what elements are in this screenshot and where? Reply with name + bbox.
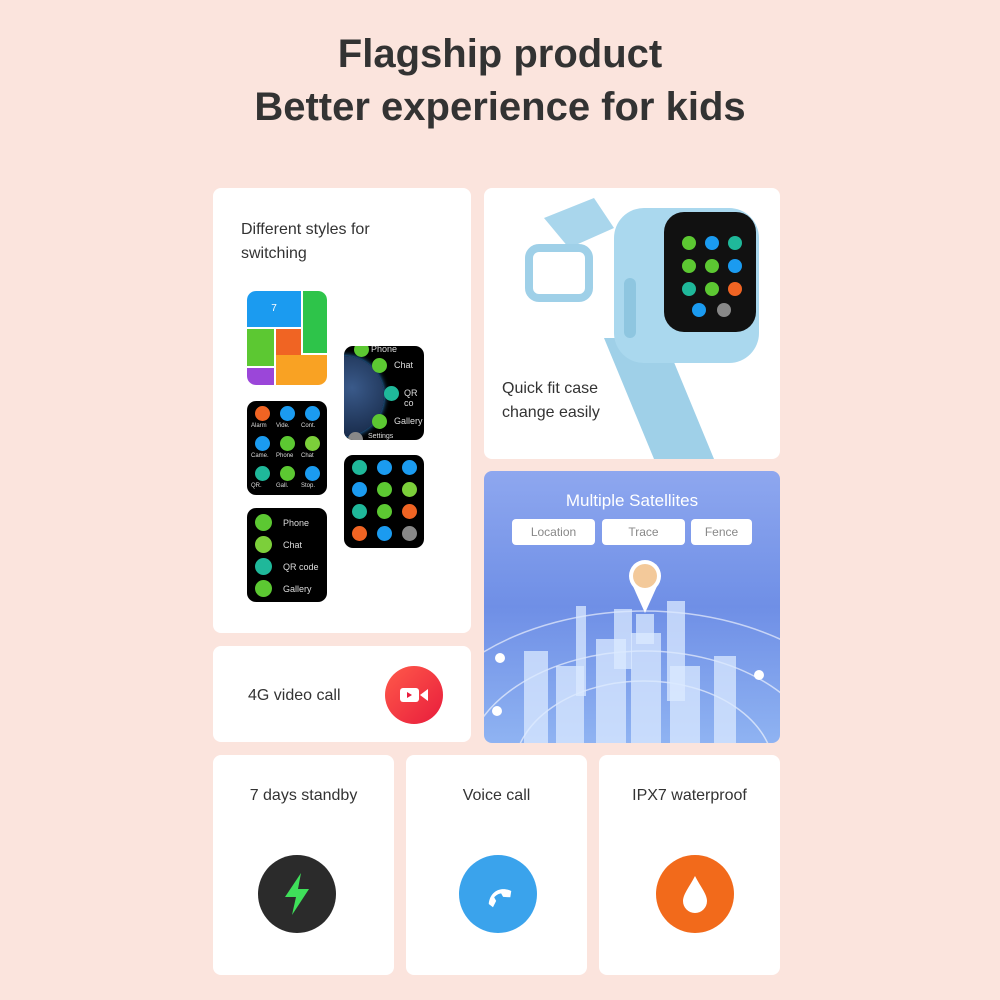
app-label: Chat [301,453,314,459]
orbit-item: Phone [371,346,398,354]
styles-label-1: Different styles for [241,221,370,238]
app-label: Alarm [251,423,267,429]
app-icon [402,504,417,519]
video-call-card: 4G video call [213,646,471,742]
app-icon [255,466,270,481]
feature-label: IPX7 waterproof [632,787,747,804]
app-icon [377,482,392,497]
watch-label-2: change easily [502,404,600,421]
call-tile [247,368,274,385]
app-label: Stop. [301,483,316,489]
phone-tile [303,291,327,353]
app-icon [352,482,367,497]
contacts-tile [247,329,274,366]
app-label: QR. [251,483,262,489]
app-icon [352,460,367,475]
watch-label-1: Quick fit case [502,380,599,397]
app-label: Cont. [301,423,316,429]
app-icon [255,436,270,451]
app-icon [402,482,417,497]
city-illustration [484,560,780,743]
app-icon [255,406,270,421]
watch-face-grid [344,455,424,548]
headline-line1: Flagship product [337,32,663,76]
app-icon [402,526,417,541]
orbit-item: QR co [404,388,418,408]
list-item: Chat [283,540,303,550]
orbit-item: Chat [394,360,414,370]
watch-face-list: Phone Chat QR code Gallery [247,508,327,602]
app-icon [305,466,320,481]
message-tile [276,355,327,385]
feature-card-voice: Voice call [406,755,587,975]
app-icon [280,466,295,481]
watch-face-tiles: 7 [247,291,327,385]
camera-tile [276,329,301,357]
app-icon [377,526,392,541]
lightning-icon [258,855,336,933]
video-camera-icon [385,666,443,724]
app-icon [377,504,392,519]
app-label: Phone [276,453,294,459]
orbit-item: Settings [368,433,394,440]
list-item: QR code [283,562,319,572]
app-icon [280,406,295,421]
calendar-tile: 7 [247,291,301,327]
list-item: Gallery [283,584,312,594]
app-icon [305,406,320,421]
app-label: Vide. [276,423,290,429]
app-label: Came. [251,453,269,459]
app-icon [280,436,295,451]
water-drop-icon [656,855,734,933]
watch-card: Quick fit case change easily [484,188,780,459]
styles-card: Different styles for switching 7 Phone C… [213,188,471,633]
video-call-label: 4G video call [248,687,341,704]
app-icon [305,436,320,451]
phone-handset-icon [459,855,537,933]
watch-face-orbit: Phone Chat QR co Gallery Settings [344,346,424,440]
satellites-card: Multiple Satellites Location Trace Fence [484,471,780,743]
app-label: Gall. [276,483,289,489]
app-icon [402,460,417,475]
headline-line2: Better experience for kids [254,85,746,129]
app-icon [377,460,392,475]
feature-label: 7 days standby [249,787,358,804]
orbit-item: Gallery [394,416,423,426]
watch-face-grid-labeled: Alarm Vide. Cont. Came. Phone Chat QR. Gall. Sto… [247,401,327,495]
app-icon [352,526,367,541]
feature-label: Voice call [462,787,531,804]
feature-card-standby: 7 days standby [213,755,394,975]
list-item: Phone [283,518,310,528]
feature-card-waterproof: IPX7 waterproof [599,755,780,975]
styles-label-2: switching [241,245,307,262]
app-icon [352,504,367,519]
